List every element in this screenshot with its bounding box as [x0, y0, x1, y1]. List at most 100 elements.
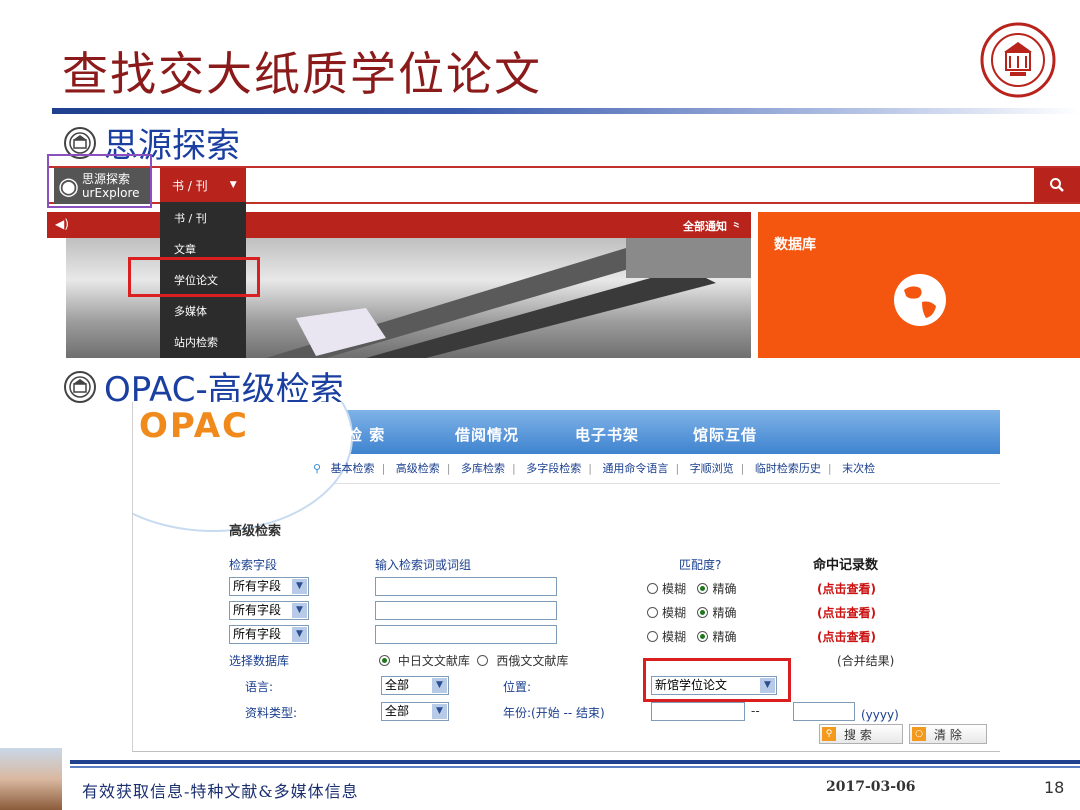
radio-fuzzy[interactable] — [647, 583, 658, 594]
subnav-multi-field[interactable]: 多字段检索 — [526, 462, 581, 475]
type-value: 全部 — [385, 704, 410, 718]
db-label: 选择数据库 — [229, 654, 290, 668]
nav-search[interactable]: 检 索 — [347, 424, 385, 445]
search-icon: ⚲ — [822, 727, 836, 741]
lang-value: 全部 — [385, 678, 410, 692]
field-select-2[interactable]: 所有字段 ▼ — [229, 601, 309, 620]
caret-down-icon: ▼ — [229, 180, 237, 190]
subnav-multi-db[interactable]: 多库检索 — [461, 462, 505, 475]
search-button-label: 搜 索 — [844, 727, 872, 742]
match-row-1: 模糊 精确 — [647, 580, 736, 597]
col-input-label: 输入检索词或词组 — [375, 558, 472, 572]
match-exact-label: 精确 — [712, 630, 737, 644]
lang-label: 语言: — [245, 680, 274, 694]
subnav-basic[interactable]: 基本检索 — [331, 462, 375, 475]
opac-window: OPAC 检 索 借阅情况 电子书架 馆际互借 ⚲ 基本检索 | 高级检索 | 多库… — [132, 402, 1000, 752]
col-match-label: 匹配度? — [679, 558, 722, 572]
database-panel-label: 数据库 — [774, 237, 816, 253]
type-select[interactable]: 全部 ▼ — [381, 702, 449, 721]
globe-icon — [894, 274, 946, 326]
seal-bullet-icon — [64, 370, 96, 403]
year-format-hint: (yyyy) — [861, 708, 899, 722]
lang-select[interactable]: 全部 ▼ — [381, 676, 449, 695]
radio-exact[interactable] — [697, 583, 709, 594]
subnav-browse[interactable]: 字顺浏览 — [690, 462, 734, 475]
menu-item-multimedia[interactable]: 多媒体 — [160, 295, 246, 326]
footer-text: 有效获取信息-特种文献&多媒体信息 — [82, 782, 359, 801]
menu-item-books[interactable]: 书 / 刊 — [160, 202, 246, 233]
term-input-3[interactable] — [375, 625, 557, 644]
search-button[interactable]: ⚲ 搜 索 — [819, 724, 903, 744]
year-end-input[interactable] — [793, 702, 855, 721]
siyuan-search-input[interactable] — [246, 168, 1034, 202]
speaker-icon: ◀) — [55, 217, 69, 231]
logo-highlight-box — [47, 154, 152, 208]
db-west-label: 西俄文文献库 — [496, 654, 569, 668]
hits-link-2[interactable]: (点击查看) — [817, 604, 876, 621]
opac-logo[interactable]: OPAC — [139, 406, 249, 446]
year-start-input[interactable] — [651, 702, 745, 721]
term-input-1[interactable] — [375, 577, 557, 596]
notice-bar: ◀) 全部通知 ⺀ — [47, 212, 751, 238]
campus-photo-thumbnail — [0, 748, 62, 810]
all-notices-link[interactable]: 全部通知 ⺀ — [683, 218, 742, 234]
match-fuzzy-label: 模糊 — [662, 582, 687, 596]
type-label: 资料类型: — [245, 706, 298, 720]
year-label: 年份:(开始 -- 结束) — [503, 706, 605, 720]
chevron-down-icon: ▼ — [432, 678, 447, 693]
radio-cn-db[interactable] — [379, 655, 390, 666]
subnav-history[interactable]: 临时检索历史 — [755, 462, 821, 475]
radio-west-db[interactable] — [477, 655, 489, 666]
chevron-down-icon: ▼ — [292, 603, 307, 618]
radio-fuzzy[interactable] — [647, 607, 658, 618]
nav-ebookshelf[interactable]: 电子书架 — [575, 424, 639, 445]
location-label: 位置: — [503, 680, 532, 694]
db-cn-label: 中日文文献库 — [397, 654, 470, 668]
clear-button-label: 清 除 — [934, 727, 962, 742]
col-hits-label: 命中记录数 — [813, 558, 879, 573]
page-number: 18 — [1044, 778, 1065, 797]
radio-exact[interactable] — [697, 631, 709, 642]
hits-link-1[interactable]: (点击查看) — [817, 580, 876, 597]
field-select-value: 所有字段 — [233, 579, 282, 593]
subnav-advanced[interactable]: 高级检索 — [396, 462, 440, 475]
radio-exact[interactable] — [697, 607, 709, 618]
radio-fuzzy[interactable] — [647, 631, 658, 642]
database-panel[interactable]: 数据库 — [758, 212, 1080, 358]
db-choice: 中日文文献库 西俄文文献库 — [379, 652, 568, 669]
hits-link-3[interactable]: (点击查看) — [817, 628, 876, 645]
subnav-ccl[interactable]: 通用命令语言 — [602, 462, 668, 475]
term-input-2[interactable] — [375, 601, 557, 620]
year-separator: -- — [751, 704, 760, 718]
advanced-search-heading: 高级检索 — [229, 524, 282, 539]
chevron-down-icon: ▼ — [292, 579, 307, 594]
search-type-select[interactable]: 书 / 刊 ▼ — [160, 168, 246, 202]
location-highlight-box — [643, 658, 791, 702]
search-type-value: 书 / 刊 — [172, 178, 208, 193]
slide-title: 查找交大纸质学位论文 — [62, 47, 542, 101]
footer-divider — [70, 760, 1080, 764]
search-icon: ⚲ — [313, 462, 322, 475]
col-field-label: 检索字段 — [229, 558, 278, 572]
title-divider — [52, 108, 1080, 114]
footer-divider-thin — [70, 766, 1080, 768]
match-fuzzy-label: 模糊 — [662, 630, 687, 644]
field-select-3[interactable]: 所有字段 ▼ — [229, 625, 309, 644]
match-exact-label: 精确 — [712, 606, 737, 620]
clear-button[interactable]: ○ 清 除 — [909, 724, 987, 744]
menu-item-site-search[interactable]: 站内检索 — [160, 326, 246, 357]
match-row-3: 模糊 精确 — [647, 628, 736, 645]
subnav-last[interactable]: 末次检 — [842, 462, 875, 475]
theses-highlight-box — [128, 257, 260, 297]
footer-date: 2017-03-06 — [826, 779, 916, 795]
chevron-down-icon: ▼ — [432, 704, 447, 719]
siyuan-search-button[interactable] — [1034, 168, 1080, 202]
field-select-value: 所有字段 — [233, 603, 282, 617]
match-fuzzy-label: 模糊 — [662, 606, 687, 620]
nav-loans[interactable]: 借阅情况 — [455, 424, 519, 445]
nav-interlibrary[interactable]: 馆际互借 — [693, 424, 757, 445]
field-select-1[interactable]: 所有字段 ▼ — [229, 577, 309, 596]
chevron-down-icon: ▼ — [292, 627, 307, 642]
match-row-2: 模糊 精确 — [647, 604, 736, 621]
university-seal-logo — [980, 22, 1056, 98]
